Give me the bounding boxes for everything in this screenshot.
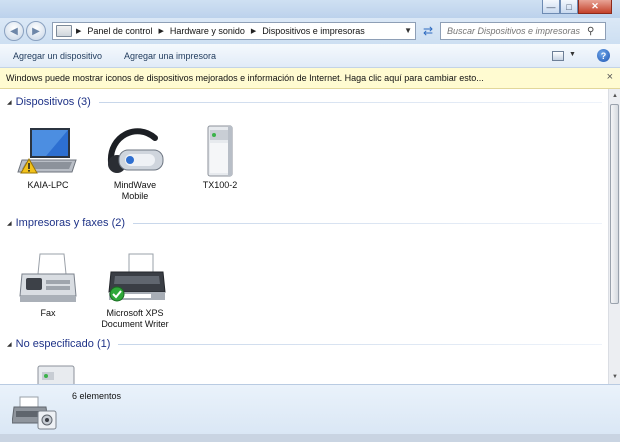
chevron-right-icon[interactable]: ▶ (247, 27, 260, 35)
device-label: MindWave Mobile (113, 180, 157, 201)
device-kaia-lpc[interactable]: KAIA-LPC (8, 124, 88, 191)
device-microsoft-xps-document-writer[interactable]: Microsoft XPS Document Writer (95, 252, 175, 330)
device-label: Microsoft XPS Document Writer (101, 308, 169, 329)
group-divider (98, 101, 602, 103)
add-device-button[interactable]: Agregar un dispositivo (13, 44, 102, 68)
unspecified-device-icon (37, 365, 75, 384)
scroll-down-icon[interactable]: ▼ (610, 371, 620, 383)
group-title: Dispositivos (3) (15, 96, 91, 108)
device-label: Fax (40, 308, 56, 318)
devices-view: ◢ Dispositivos (3) KAIA-LPC MindWave Mob… (0, 89, 608, 384)
device-label: TX100-2 (202, 180, 238, 190)
collapse-arrow-icon[interactable]: ◢ (7, 220, 12, 227)
group-divider (118, 343, 602, 345)
change-view-icon[interactable] (552, 51, 564, 61)
breadcrumb-hardware-y-sonido[interactable]: Hardware y sonido (168, 23, 247, 39)
forward-arrow-icon[interactable]: ▶ (26, 21, 46, 41)
device-fax[interactable]: Fax (8, 252, 88, 319)
group-title: Impresoras y faxes (2) (15, 217, 126, 229)
window-bottom-border (0, 434, 620, 442)
refresh-icon[interactable]: ⇄ (420, 23, 436, 39)
control-panel-icon (56, 25, 72, 37)
search-box[interactable]: ⚲ (440, 22, 606, 40)
server-tower-icon (207, 125, 233, 177)
headset-icon (107, 128, 164, 173)
group-header-printers-faxes[interactable]: ◢ Impresoras y faxes (2) (7, 217, 602, 229)
group-title: No especificado (1) (15, 338, 111, 350)
device-label: KAIA-LPC (27, 180, 69, 190)
search-input[interactable] (441, 26, 587, 36)
group-divider (133, 222, 602, 224)
back-arrow-icon[interactable]: ◀ (4, 21, 24, 41)
details-pane: 6 elementos (0, 384, 620, 434)
device-tx100-2[interactable]: TX100-2 (180, 124, 260, 191)
help-icon[interactable]: ? (597, 49, 610, 62)
item-count: 6 elementos (72, 391, 122, 401)
group-header-unspecified[interactable]: ◢ No especificado (1) (7, 338, 602, 350)
close-icon[interactable]: ✕ (578, 0, 612, 14)
fax-icon (19, 253, 77, 302)
caption-buttons: — □ ✕ (542, 0, 612, 14)
collapse-arrow-icon[interactable]: ◢ (7, 341, 12, 348)
add-printer-button[interactable]: Agregar una impresora (124, 44, 216, 68)
scrollbar-thumb[interactable] (610, 104, 619, 304)
device-mindwave-mobile[interactable]: MindWave Mobile (95, 124, 175, 202)
navigation-bar: ◀ ▶ ▶ Panel de control ▶ Hardware y soni… (0, 18, 620, 44)
devices-printers-icon (12, 396, 57, 430)
information-bar[interactable]: Windows puede mostrar iconos de disposit… (0, 68, 620, 89)
command-bar: Agregar un dispositivo Agregar una impre… (0, 44, 620, 68)
search-icon[interactable]: ⚲ (587, 26, 594, 37)
breadcrumb-panel-de-control[interactable]: Panel de control (85, 23, 154, 39)
maximize-icon[interactable]: □ (560, 0, 578, 14)
address-dropdown-icon[interactable]: ▼ (404, 26, 412, 35)
device-unspecified[interactable] (8, 364, 88, 384)
scroll-up-icon[interactable]: ▲ (610, 90, 620, 102)
vertical-scrollbar[interactable]: ▲ ▼ (608, 89, 620, 384)
address-bar[interactable]: ▶ Panel de control ▶ Hardware y sonido ▶… (52, 22, 416, 40)
chevron-right-icon[interactable]: ▶ (154, 27, 167, 35)
chevron-right-icon[interactable]: ▶ (72, 27, 85, 35)
group-header-devices[interactable]: ◢ Dispositivos (3) (7, 96, 602, 108)
chevron-down-icon[interactable]: ▼ (569, 51, 576, 58)
collapse-arrow-icon[interactable]: ◢ (7, 99, 12, 106)
default-check-icon (109, 286, 125, 302)
title-bar: — □ ✕ (0, 0, 620, 18)
warning-icon (20, 158, 38, 174)
minimize-icon[interactable]: — (542, 0, 560, 14)
information-bar-message[interactable]: Windows puede mostrar iconos de disposit… (6, 73, 484, 83)
breadcrumb-dispositivos-e-impresoras[interactable]: Dispositivos e impresoras (260, 23, 367, 39)
close-infobar-icon[interactable]: × (607, 71, 613, 83)
